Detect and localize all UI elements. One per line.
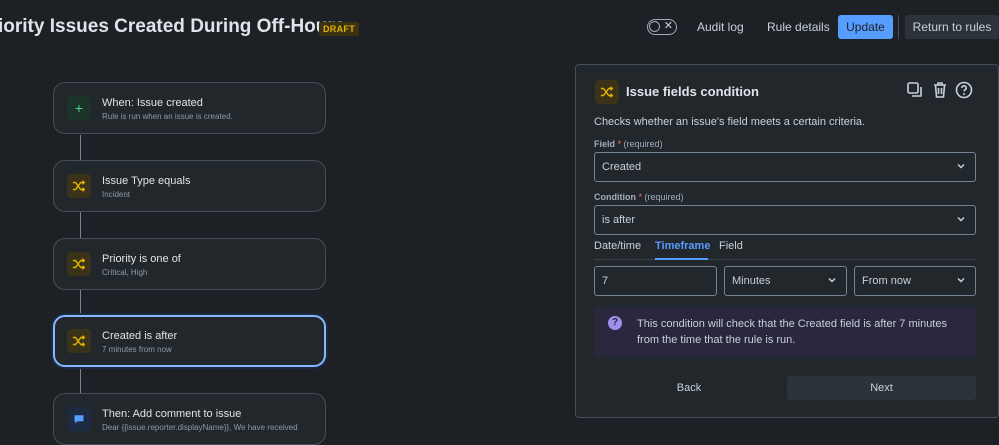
- flow-item-title: Issue Type equals: [102, 175, 191, 187]
- chevron-down-icon: [957, 163, 965, 169]
- plus-icon: +: [67, 96, 91, 120]
- condition-select[interactable]: is after: [594, 205, 976, 235]
- field-label: Field * (required): [594, 139, 663, 149]
- flow-item-trigger[interactable]: + When: Issue created Rule is run when a…: [53, 82, 326, 134]
- field-select[interactable]: Created: [594, 152, 976, 182]
- info-text: This condition will check that the Creat…: [637, 318, 947, 346]
- flow-item-subtitle: Incident: [102, 190, 131, 199]
- next-button[interactable]: Next: [787, 376, 976, 400]
- condition-select-value: is after: [602, 214, 636, 226]
- shuffle-icon: [67, 252, 91, 276]
- flow-item-title: When: Issue created: [102, 97, 203, 109]
- back-button[interactable]: Back: [594, 376, 784, 400]
- field-select-value: Created: [602, 161, 642, 173]
- unit-select[interactable]: Minutes: [724, 266, 847, 296]
- rule-enabled-toggle[interactable]: ✕: [647, 19, 677, 35]
- flow-item-issue-type[interactable]: Issue Type equals Incident: [53, 160, 326, 212]
- question-icon: ?: [608, 316, 622, 330]
- flow-item-title: Created is after: [102, 330, 178, 342]
- tab-date-time[interactable]: Date/time: [594, 240, 641, 252]
- chevron-down-icon: [828, 277, 836, 283]
- shuffle-icon: [595, 80, 619, 104]
- flow-item-created-after[interactable]: Created is after 7 minutes from now: [53, 315, 326, 367]
- rule-details-button[interactable]: Rule details: [767, 15, 830, 39]
- draft-badge: DRAFT: [319, 22, 359, 36]
- flow-item-subtitle: 7 minutes from now: [102, 345, 172, 354]
- comment-icon: [67, 407, 91, 431]
- shuffle-icon: [67, 174, 91, 198]
- flow-item-subtitle: Dear {{issue.reporter.displayName}}, We …: [102, 423, 298, 432]
- amount-input-value: 7: [602, 275, 609, 287]
- chevron-down-icon: [957, 216, 965, 222]
- condition-label: Condition * (required): [594, 192, 684, 202]
- unit-select-value: Minutes: [732, 275, 771, 287]
- header: iority Issues Created During Off-Hours D…: [0, 0, 999, 58]
- flow-item-subtitle: Critical, High: [102, 268, 148, 277]
- copy-icon[interactable]: [906, 81, 926, 101]
- flow-item-add-comment[interactable]: Then: Add comment to issue Dear {{issue.…: [53, 393, 326, 445]
- header-divider: [898, 15, 899, 39]
- help-icon[interactable]: [955, 81, 975, 101]
- flow-item-subtitle: Rule is run when an issue is created.: [102, 112, 233, 121]
- panel-title: Issue fields condition: [626, 84, 759, 99]
- tab-field[interactable]: Field: [719, 240, 743, 252]
- direction-select-value: From now: [862, 275, 911, 287]
- shuffle-icon: [67, 329, 91, 353]
- info-message: ? This condition will check that the Cre…: [594, 307, 976, 357]
- update-button[interactable]: Update: [838, 15, 893, 39]
- panel-description: Checks whether an issue's field meets a …: [594, 116, 866, 128]
- tab-divider: [594, 259, 976, 260]
- chevron-down-icon: [957, 277, 965, 283]
- flow-item-title: Then: Add comment to issue: [102, 408, 242, 420]
- amount-input[interactable]: 7: [594, 266, 717, 296]
- tab-timeframe[interactable]: Timeframe: [655, 240, 710, 252]
- audit-log-button[interactable]: Audit log: [697, 15, 744, 39]
- trash-icon[interactable]: [931, 81, 951, 101]
- close-icon: ✕: [663, 20, 673, 32]
- page-title: iority Issues Created During Off-Hours: [0, 16, 346, 37]
- flow-item-title: Priority is one of: [102, 253, 181, 265]
- toggle-knob: [649, 21, 660, 32]
- tab-selected-indicator: [655, 258, 708, 260]
- flow-item-priority[interactable]: Priority is one of Critical, High: [53, 238, 326, 290]
- return-to-rules-button[interactable]: Return to rules: [905, 15, 999, 39]
- direction-select[interactable]: From now: [854, 266, 976, 296]
- condition-config-panel: Issue fields condition Checks whether an…: [575, 64, 999, 418]
